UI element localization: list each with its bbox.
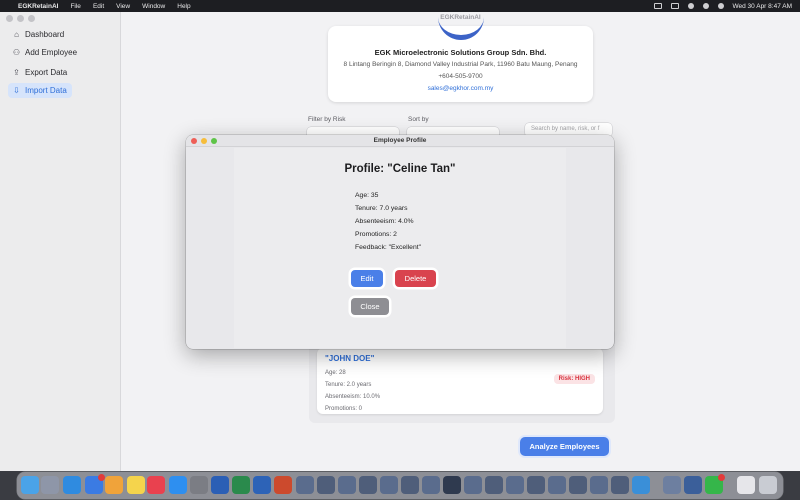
display-icon[interactable] [653,3,662,9]
app-window-icon[interactable] [380,476,398,494]
profile-feedback: Feedback: "Excellent" [355,244,422,251]
employee-name: "JOHN DOE" [325,354,375,363]
document-icon[interactable] [737,476,755,494]
profile-age: Age: 35 [355,192,379,199]
safari-icon[interactable] [63,476,81,494]
dock [17,472,783,499]
preview-icon[interactable] [663,476,681,494]
wifi-icon[interactable] [687,3,694,9]
status-tray: Wed 30 Apr 8:47 AM [653,3,793,10]
import-icon: ⇩ [13,86,20,95]
app-window-icon[interactable] [422,476,440,494]
control-center-icon[interactable] [717,3,724,9]
facetime-badge [718,474,725,481]
notes-icon[interactable] [127,476,145,494]
close-window-icon[interactable] [6,15,13,22]
mail-badge [98,474,105,481]
sidebar-item-label: Export Data [25,68,68,77]
filter-risk-label: Filter by Risk [308,116,346,123]
music-icon[interactable] [147,476,165,494]
company-phone: +604-505-9700 [438,73,483,80]
menu-file[interactable]: File [70,3,80,10]
sort-by-label: Sort by [408,116,429,123]
app-window-icon[interactable] [485,476,503,494]
zoom-window-icon[interactable] [28,15,35,22]
sidebar-item-export-data[interactable]: ⇪ Export Data [8,65,72,80]
app-window-icon[interactable] [569,476,587,494]
profile-tenure: Tenure: 7.0 years [355,205,408,212]
quicktime-icon[interactable] [684,476,702,494]
list-item[interactable]: "JOHN DOE" Age: 28 Tenure: 2.0 years Abs… [317,348,603,414]
status-badge: Risk: HIGH [553,374,595,384]
sidebar-item-add-employee[interactable]: ⚇ Add Employee [8,45,82,60]
employee-age: Age: 28 [325,370,346,376]
window-controls [6,15,35,22]
employee-profile-dialog: Employee Profile Profile: "Celine Tan" A… [186,135,614,349]
company-logo [438,16,484,40]
app-window-icon[interactable] [338,476,356,494]
delete-button[interactable]: Delete [395,270,436,287]
page-title: Profile: "Celine Tan" [344,163,456,175]
outlook-icon[interactable] [253,476,271,494]
app-window-icon[interactable] [464,476,482,494]
employee-tenure: Tenure: 2.0 years [325,382,372,388]
menubar-clock[interactable]: Wed 30 Apr 8:47 AM [733,3,793,10]
profile-promotions: Promotions: 2 [355,231,397,238]
profile-content: Profile: "Celine Tan" Age: 35 Tenure: 7.… [234,148,566,348]
app-window-icon[interactable] [611,476,629,494]
input-source-icon[interactable] [670,3,679,9]
mail-icon[interactable] [85,474,105,494]
company-email-link[interactable]: sales@egkhor.com.my [328,85,593,92]
menu-app-name[interactable]: EGKRetainAI [18,3,58,10]
employee-promotions: Promotions: 0 [325,406,363,412]
app-window-icon[interactable] [506,476,524,494]
app-window-icon[interactable] [548,476,566,494]
analyze-employees-button[interactable]: Analyze Employees [520,437,609,456]
company-name: EGK Microelectronic Solutions Group Sdn.… [374,48,547,57]
photos-icon[interactable] [105,476,123,494]
app-window-icon[interactable] [527,476,545,494]
menu-help[interactable]: Help [177,3,190,10]
search-icon[interactable] [702,3,709,9]
trash-icon[interactable] [759,476,777,494]
launchpad-icon[interactable] [41,476,59,494]
desktop-bottom [0,471,800,500]
sidebar-item-label: Import Data [25,86,67,95]
menu-bar: EGKRetainAI File Edit View Window Help W… [0,0,800,12]
app-window-icon[interactable] [359,476,377,494]
sidebar-item-import-data[interactable]: ⇩ Import Data [8,83,72,98]
app-store-icon[interactable] [169,476,187,494]
menu-view[interactable]: View [116,3,130,10]
company-address: 8 Lintang Beringin 8, Diamond Valley Ind… [343,61,578,68]
sidebar-item-dashboard[interactable]: ⌂ Dashboard [8,27,69,42]
word-icon[interactable] [211,476,229,494]
edit-button[interactable]: Edit [351,270,383,287]
employee-absenteeism: Absenteeism: 10.0% [325,394,381,400]
dialog-title: Employee Profile [373,137,427,144]
xcode-icon[interactable] [632,476,650,494]
minimize-window-icon[interactable] [17,15,24,22]
sidebar-item-label: Add Employee [25,48,78,57]
person-add-icon: ⚇ [12,48,21,57]
excel-icon[interactable] [232,476,250,494]
company-card: EGK Microelectronic Solutions Group Sdn.… [328,26,593,102]
app-window-icon[interactable] [443,476,461,494]
share-icon: ⇪ [13,68,20,77]
profile-absenteeism: Absenteeism: 4.0% [355,218,414,225]
sidebar-item-label: Dashboard [25,30,65,39]
system-settings-icon[interactable] [190,476,208,494]
sidebar: ⌂ Dashboard ⚇ Add Employee ⇪ Export Data… [0,12,121,471]
close-button[interactable]: Close [351,298,389,315]
app-window-icon[interactable] [590,476,608,494]
app-window-icon[interactable] [296,476,314,494]
house-icon: ⌂ [14,30,19,39]
dialog-titlebar: Employee Profile [186,135,614,147]
facetime-icon[interactable] [705,474,725,494]
menu-window[interactable]: Window [142,3,165,10]
powerpoint-icon[interactable] [274,476,292,494]
app-window-icon[interactable] [401,476,419,494]
menu-edit[interactable]: Edit [93,3,104,10]
finder-icon[interactable] [21,476,39,494]
app-window-icon[interactable] [317,476,335,494]
